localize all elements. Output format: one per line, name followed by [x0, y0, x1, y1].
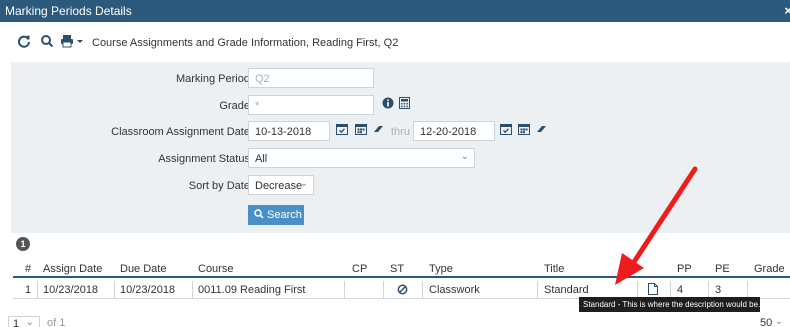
toolbar: Course Assignments and Grade Information…: [0, 34, 790, 54]
column-header[interactable]: Assign Date: [43, 263, 102, 275]
result-count-badge: 1: [16, 237, 30, 251]
column-header[interactable]: Type: [429, 263, 453, 275]
sort-by-date-label: Sort by Date:: [188, 180, 253, 192]
page-select[interactable]: 1 ⌄: [8, 316, 40, 327]
column-header[interactable]: PE: [715, 263, 730, 275]
column-header[interactable]: Title: [544, 263, 564, 275]
title-cell: Standard: [544, 284, 589, 296]
search-button[interactable]: Search: [248, 205, 304, 225]
column-header[interactable]: Course: [198, 263, 233, 275]
dropdown-caret-icon[interactable]: [76, 34, 84, 50]
window-titlebar: Marking Periods Details ×: [0, 0, 790, 22]
column-header[interactable]: Grade: [754, 263, 785, 275]
assignment-status-select[interactable]: All ⌄: [248, 148, 475, 168]
title-tooltip: Standard - This is where the description…: [579, 297, 760, 312]
page-number: 1: [13, 318, 20, 327]
calendar-icon[interactable]: [518, 123, 532, 137]
assignment-status-label: Assignment Status:: [158, 153, 253, 165]
window-title: Marking Periods Details: [5, 4, 132, 18]
page-size-select[interactable]: 50 ⌄: [756, 316, 788, 327]
marking-period-label: Marking Period:: [175, 73, 253, 85]
column-header[interactable]: Due Date: [120, 263, 166, 275]
marking-period-row: Marking Period: Q2: [11, 68, 790, 90]
date-to-field[interactable]: 12-20-2018: [413, 121, 495, 141]
column-header[interactable]: CP: [352, 263, 367, 275]
classroom-assignment-date-label: Classroom Assignment Date:: [111, 126, 253, 138]
row-number: 1: [25, 284, 32, 296]
classroom-assignment-date-row: Classroom Assignment Date: 10-13-2018 th…: [11, 121, 790, 143]
due-date-cell: 10/23/2018: [120, 284, 176, 296]
close-icon[interactable]: ×: [784, 3, 790, 18]
calendar-check-icon[interactable]: [336, 123, 350, 137]
type-cell: Classwork: [429, 284, 480, 296]
assign-date-cell: 10/23/2018: [43, 284, 99, 296]
chevron-down-icon: ⌄: [774, 316, 783, 327]
chevron-down-icon: ⌄: [299, 178, 308, 189]
column-header[interactable]: #: [25, 263, 31, 275]
no-entry-icon: [397, 284, 408, 298]
calculator-icon[interactable]: [399, 97, 413, 111]
sort-by-date-select[interactable]: Decrease ⌄: [248, 175, 314, 195]
course-cell: 0011.09 Reading First: [198, 284, 306, 296]
thru-label: thru: [391, 126, 410, 138]
annotation-arrow-icon: [615, 166, 698, 285]
refresh-icon[interactable]: [17, 34, 33, 50]
assignment-status-value: All: [255, 153, 268, 165]
column-header[interactable]: ST: [390, 263, 404, 275]
page-title: Course Assignments and Grade Information…: [92, 37, 399, 49]
eraser-icon[interactable]: [373, 123, 387, 137]
info-icon[interactable]: [382, 97, 396, 111]
sort-by-date-value: Decrease: [255, 180, 303, 192]
marking-period-field: Q2: [248, 68, 374, 88]
page-of-label: of 1: [47, 317, 66, 327]
chevron-down-icon: ⌄: [25, 317, 34, 327]
print-icon[interactable]: [60, 34, 74, 50]
search-icon[interactable]: [40, 34, 56, 50]
page-size-value: 50: [760, 317, 773, 327]
date-from-field[interactable]: 10-13-2018: [248, 121, 330, 141]
search-icon: [254, 209, 264, 219]
pe-cell: 3: [715, 284, 722, 296]
calendar-check-icon[interactable]: [500, 123, 514, 137]
grade-row: Grade: *: [11, 95, 790, 117]
grade-field[interactable]: *: [248, 95, 374, 115]
eraser-icon[interactable]: [536, 123, 550, 137]
calendar-icon[interactable]: [355, 123, 369, 137]
chevron-down-icon: ⌄: [460, 151, 469, 162]
search-button-label: Search: [267, 209, 302, 221]
